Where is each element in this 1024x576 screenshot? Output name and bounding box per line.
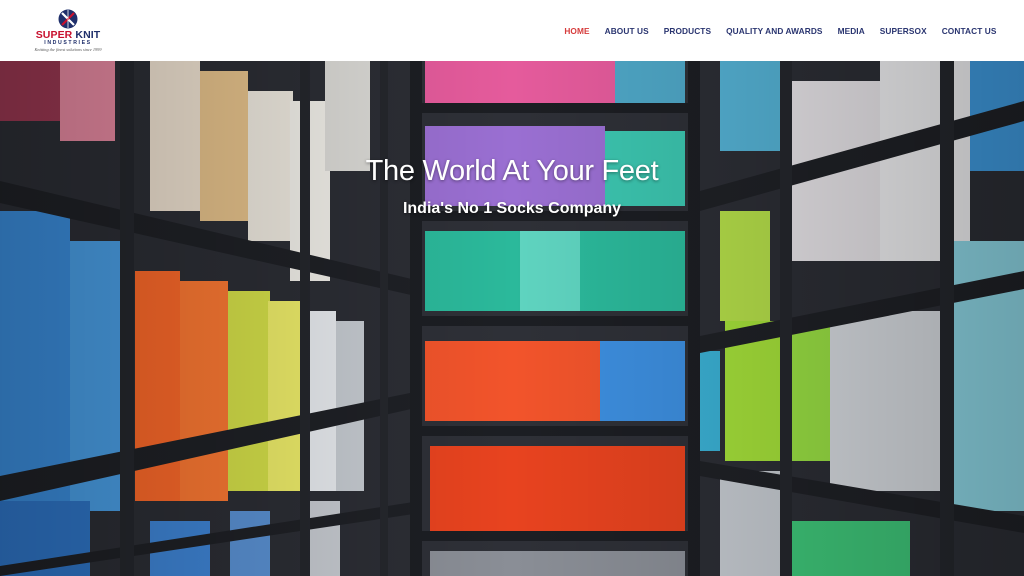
site-header: SUPER KNIT INDUSTRIES Knitting the fines… [0,0,1024,61]
hero-subtitle: India's No 1 Socks Company [402,200,622,217]
nav-contact-us[interactable]: CONTACT US [934,26,1004,36]
hero-banner: The World At Your Feet India's No 1 Sock… [0,61,1024,576]
nav-quality-and-awards[interactable]: QUALITY AND AWARDS [719,26,830,36]
nav-home[interactable]: HOME [557,26,597,36]
nav-products[interactable]: PRODUCTS [656,26,718,36]
logo-mark-icon [58,9,78,28]
nav-media[interactable]: MEDIA [830,26,872,36]
logo-wordmark: SUPER KNIT [36,29,101,40]
nav-supersox[interactable]: SUPERSOX [872,26,934,36]
logo-subname: INDUSTRIES [44,39,92,46]
main-nav: HOME ABOUT US PRODUCTS QUALITY AND AWARD… [557,26,1004,36]
nav-about-us[interactable]: ABOUT US [597,26,656,36]
logo-tagline: Knitting the finest solutions since 1999 [34,46,102,52]
hero-background-image [0,61,1024,576]
hero-title: The World At Your Feet [365,155,659,187]
site-logo[interactable]: SUPER KNIT INDUSTRIES Knitting the fines… [26,9,110,53]
